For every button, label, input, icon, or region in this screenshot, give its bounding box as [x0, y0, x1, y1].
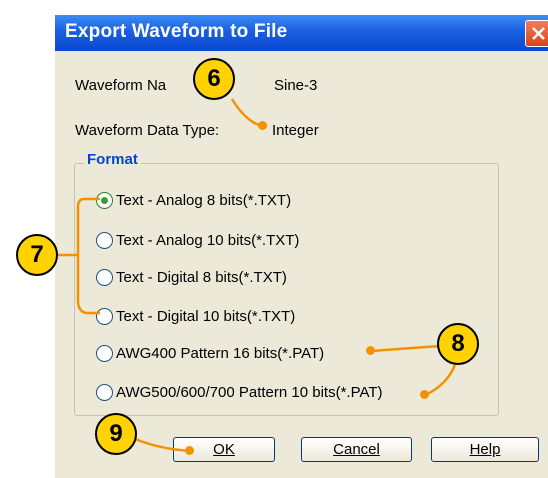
callout-leader-lines	[58, 98, 457, 453]
callout-9: 9	[95, 413, 137, 455]
callout-7: 7	[16, 234, 58, 276]
callout-6-leader	[230, 98, 263, 128]
callout-6-dot	[258, 121, 267, 130]
callout-9-leader	[129, 435, 191, 453]
callout-8-dot-a	[366, 346, 375, 355]
callout-9-dot	[185, 446, 194, 455]
callout-8: 8	[437, 323, 479, 365]
callout-6: 6	[193, 58, 235, 100]
callout-8-leader-b	[424, 364, 457, 397]
callout-8-dot-b	[420, 390, 429, 399]
callout-7-bracket	[76, 197, 100, 315]
callout-8-leader-a	[370, 344, 441, 353]
